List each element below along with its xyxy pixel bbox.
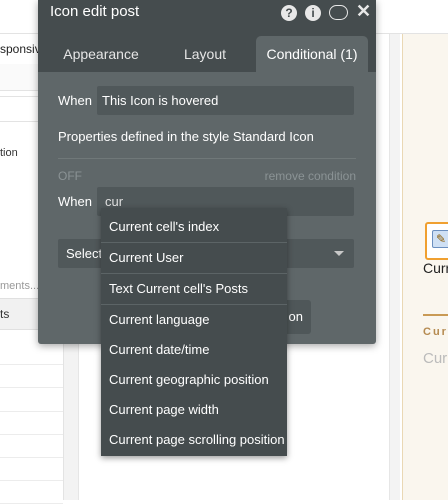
dropdown-separator <box>101 242 287 243</box>
tab-appearance[interactable]: Appearance <box>52 36 150 72</box>
canvas-divider <box>423 314 448 316</box>
divider <box>0 387 63 388</box>
dropdown-separator <box>101 273 287 274</box>
dropdown-item[interactable]: Current language <box>109 312 209 327</box>
autocomplete-dropdown: Current cell's index Current User Text C… <box>101 208 287 456</box>
dropdown-item[interactable]: Text Current cell's Posts <box>109 281 248 296</box>
dropdown-item[interactable]: Current geographic position <box>109 372 269 387</box>
remove-condition-link[interactable]: remove condition <box>265 169 356 183</box>
dropdown-item[interactable]: Current User <box>109 250 183 265</box>
help-icon[interactable]: ? <box>281 5 297 21</box>
chevron-down-icon <box>334 251 344 256</box>
info-icon[interactable]: i <box>305 5 321 21</box>
canvas-text[interactable]: Curr <box>423 260 448 276</box>
sidebar-truncated-label: tion <box>0 147 18 159</box>
property-select-label: Select <box>66 246 103 261</box>
edit-icon: ✎ <box>432 230 448 248</box>
divider <box>0 480 63 481</box>
comment-icon[interactable] <box>329 5 348 20</box>
dropdown-separator <box>101 304 287 305</box>
style-properties-text: Properties defined in the style Standard… <box>58 129 314 144</box>
canvas-text[interactable]: Cur <box>423 326 448 338</box>
panel-tabs: Appearance Layout Conditional (1) <box>38 28 376 72</box>
close-icon[interactable]: ✕ <box>356 1 371 22</box>
condition-when-field[interactable]: This Icon is hovered <box>97 86 354 115</box>
dropdown-item[interactable]: Current page scrolling position <box>109 432 285 447</box>
selected-icon-element[interactable]: ✎ <box>425 222 448 260</box>
panel-title: Icon edit post <box>50 3 140 20</box>
when-label: When <box>58 194 92 209</box>
condition-separator <box>58 158 356 159</box>
canvas-text[interactable]: Cur <box>423 350 447 367</box>
when-label: When <box>58 93 92 108</box>
panel-header[interactable]: Icon edit post ? i ✕ <box>38 0 376 28</box>
elements-search-input[interactable]: ments... <box>0 280 39 292</box>
divider <box>0 411 63 412</box>
divider <box>0 364 63 365</box>
right-canvas-area: ✎ Curr Cur Cur <box>402 34 448 500</box>
dropdown-item[interactable]: Current date/time <box>109 342 209 357</box>
tab-layout[interactable]: Layout <box>164 36 246 72</box>
condition-status-label: OFF <box>58 169 82 183</box>
divider <box>0 434 63 435</box>
tab-conditional[interactable]: Conditional (1) <box>256 36 368 72</box>
dropdown-item[interactable]: Current page width <box>109 402 219 417</box>
dropdown-item[interactable]: Current cell's index <box>109 219 219 234</box>
divider <box>0 457 63 458</box>
